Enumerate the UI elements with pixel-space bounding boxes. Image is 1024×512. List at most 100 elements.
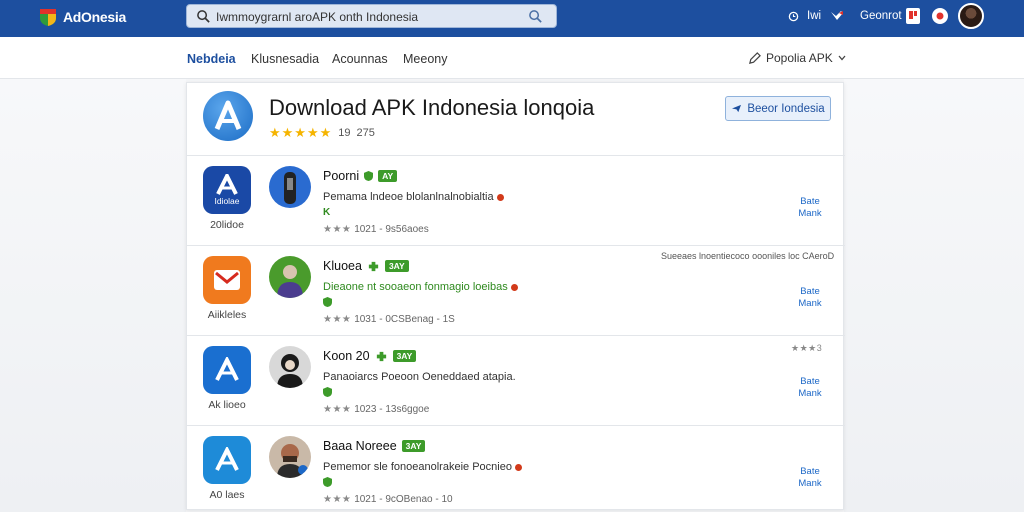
verified-shield-icon — [323, 477, 332, 487]
popular-apk-label: Popolia APK — [766, 51, 833, 65]
search-submit-icon[interactable] — [528, 9, 543, 24]
red-dot-icon — [510, 283, 518, 291]
right-background — [844, 79, 1024, 512]
nav-item-3[interactable]: Acounnas — [332, 52, 388, 66]
verified-shield-icon — [323, 297, 332, 307]
flag-shield-icon — [40, 9, 56, 26]
app-caption: A0 laes — [209, 489, 245, 501]
nav-item-4[interactable]: Meeony — [403, 52, 447, 66]
developer-avatar — [269, 166, 311, 208]
app-logo-icon — [215, 357, 239, 381]
developer-avatar — [269, 256, 311, 298]
puzzle-icon — [368, 261, 379, 271]
download-link[interactable]: Bate Mank — [793, 376, 827, 400]
app-mark: K — [323, 207, 331, 218]
download-link-line-2: Mank — [798, 298, 822, 309]
app-title: Poorni AY — [323, 169, 398, 183]
mail-icon — [214, 270, 240, 290]
brand-logo[interactable]: AdOnesia — [38, 7, 126, 27]
download-link[interactable]: Bate Mank — [793, 286, 827, 310]
app-description: Dieaone nt sooaeon fonmagio loeibas — [323, 281, 518, 293]
download-link[interactable]: Bate Mank — [793, 196, 827, 220]
app-name[interactable]: Baaa Noreee — [323, 439, 397, 453]
app-meta: ★★★ 1021 - 9cOBenao - 10 — [323, 494, 453, 505]
clock-icon[interactable] — [788, 0, 799, 32]
pencil-icon — [749, 51, 761, 64]
bookmark-icon[interactable] — [830, 0, 844, 32]
developer-avatar — [269, 436, 311, 478]
topbar-label-1[interactable]: Iwi — [807, 10, 821, 22]
app-meta-text: 1021 - 9s56aoes — [354, 224, 429, 235]
app-a-icon — [214, 100, 242, 130]
popular-apk-dropdown[interactable]: Popolia APK — [748, 51, 846, 65]
app-name[interactable]: Kluoea — [323, 259, 362, 273]
app-description: Pememor sle fonoeanolrakeie Pocnieo — [323, 461, 522, 473]
hero-rating-value: 19 — [338, 127, 351, 139]
search-input[interactable]: Iwmmoygrarnl aroAPK onth Indonesia — [216, 10, 418, 24]
app-description-text: Panaoiarcs Poeoon Oeneddaed atapia. — [323, 371, 516, 383]
app-meta: ★★★ 1023 - 13s6ggoe — [323, 404, 429, 415]
app-meta-text: 1031 - 0CSBenag - 1S — [354, 314, 455, 325]
row-note: Sueeaes lnoentiecoco oooniles loc CAeroD — [661, 251, 835, 261]
app-icon[interactable] — [203, 346, 251, 394]
app-logo-icon — [216, 174, 238, 195]
hero-app-icon — [203, 91, 253, 141]
app-name[interactable]: Koon 20 — [323, 349, 370, 363]
list-item[interactable]: Idiolae 20lidoe Poorni AY Pemama lndeoe … — [187, 155, 845, 244]
category-nav: Nebdeia Klusnesadia Acounnas Meeony Popo… — [0, 37, 1024, 79]
app-title: Baaa Noreee 3AY — [323, 439, 426, 453]
download-link-line-1: Bate — [800, 196, 820, 207]
hero-action-button[interactable]: Beeor Iondesia — [725, 96, 831, 121]
download-link-line-2: Mank — [798, 388, 822, 399]
app-description: Pemama lndeoe blolanlnalnobialtia — [323, 191, 504, 203]
search-icon — [197, 10, 210, 23]
page-title: Download APK Indonesia lonqoia — [269, 95, 595, 120]
nav-item-home[interactable]: Nebdeia — [187, 52, 236, 66]
list-item[interactable]: Ak lioeo Koon 20 3AY Panaoiarcs Poeoon O… — [187, 335, 845, 424]
download-link-line-1: Bate — [800, 466, 820, 477]
app-description-text: Dieaone nt sooaeon fonmagio loeibas — [323, 281, 508, 293]
verified-shield-icon — [364, 171, 374, 181]
topbar-label-2[interactable]: Geonrot — [860, 10, 902, 22]
app-caption: Aiikleles — [207, 309, 247, 321]
app-description-text: Pemama lndeoe blolanlnalnobialtia — [323, 191, 494, 203]
puzzle-icon — [376, 351, 386, 361]
download-link-line-2: Mank — [798, 478, 822, 489]
app-meta-text: 1021 - 9cOBenao - 10 — [354, 494, 453, 505]
search-bar[interactable]: Iwmmoygrarnl aroAPK onth Indonesia — [186, 4, 557, 28]
user-avatar[interactable] — [958, 3, 984, 29]
app-icon[interactable]: Idiolae — [203, 166, 251, 214]
app-title: Kluoea 3AY — [323, 259, 409, 273]
app-meta: ★★★ 1031 - 0CSBenag - 1S — [323, 314, 455, 325]
app-icon[interactable] — [203, 256, 251, 304]
app-caption: Ak lioeo — [208, 399, 246, 411]
download-link-line-2: Mank — [798, 208, 822, 219]
notification-icon[interactable] — [932, 8, 948, 24]
app-icon-label: Idiolae — [214, 196, 240, 206]
red-dot-icon — [496, 193, 504, 201]
brand-name: AdOnesia — [63, 9, 126, 25]
hero-rating-count: 275 — [356, 127, 375, 139]
list-item[interactable]: A0 laes Baaa Noreee 3AY Pememor sle fono… — [187, 425, 845, 512]
verified-shield-icon — [323, 387, 332, 397]
nav-item-2[interactable]: Klusnesadia — [251, 52, 319, 66]
app-icon[interactable] — [203, 436, 251, 484]
chevron-down-icon — [838, 55, 846, 61]
red-dot-icon — [514, 463, 522, 471]
developer-avatar — [269, 346, 311, 388]
app-title: Koon 20 3AY — [323, 349, 417, 363]
app-meta-stars: ★★★ — [323, 494, 352, 505]
gift-icon[interactable] — [905, 0, 921, 32]
download-link[interactable]: Bate Mank — [793, 466, 827, 490]
app-description: Panaoiarcs Poeoon Oeneddaed atapia. — [323, 371, 516, 383]
app-name[interactable]: Poorni — [323, 169, 359, 183]
app-caption: 20lidoe — [210, 219, 244, 231]
app-meta-text: 1023 - 13s6ggoe — [354, 404, 430, 415]
app-badge: AY — [378, 170, 398, 182]
hero-rating: ★★★★★ 19 275 — [269, 125, 375, 141]
list-item[interactable]: Aiikleles Kluoea 3AY Dieaone nt sooaeon … — [187, 245, 845, 334]
download-link-line-1: Bate — [800, 286, 820, 297]
app-badge: 3AY — [384, 260, 409, 272]
left-background — [0, 79, 186, 512]
top-bar: AdOnesia Iwmmoygrarnl aroAPK onth Indone… — [0, 0, 1024, 37]
